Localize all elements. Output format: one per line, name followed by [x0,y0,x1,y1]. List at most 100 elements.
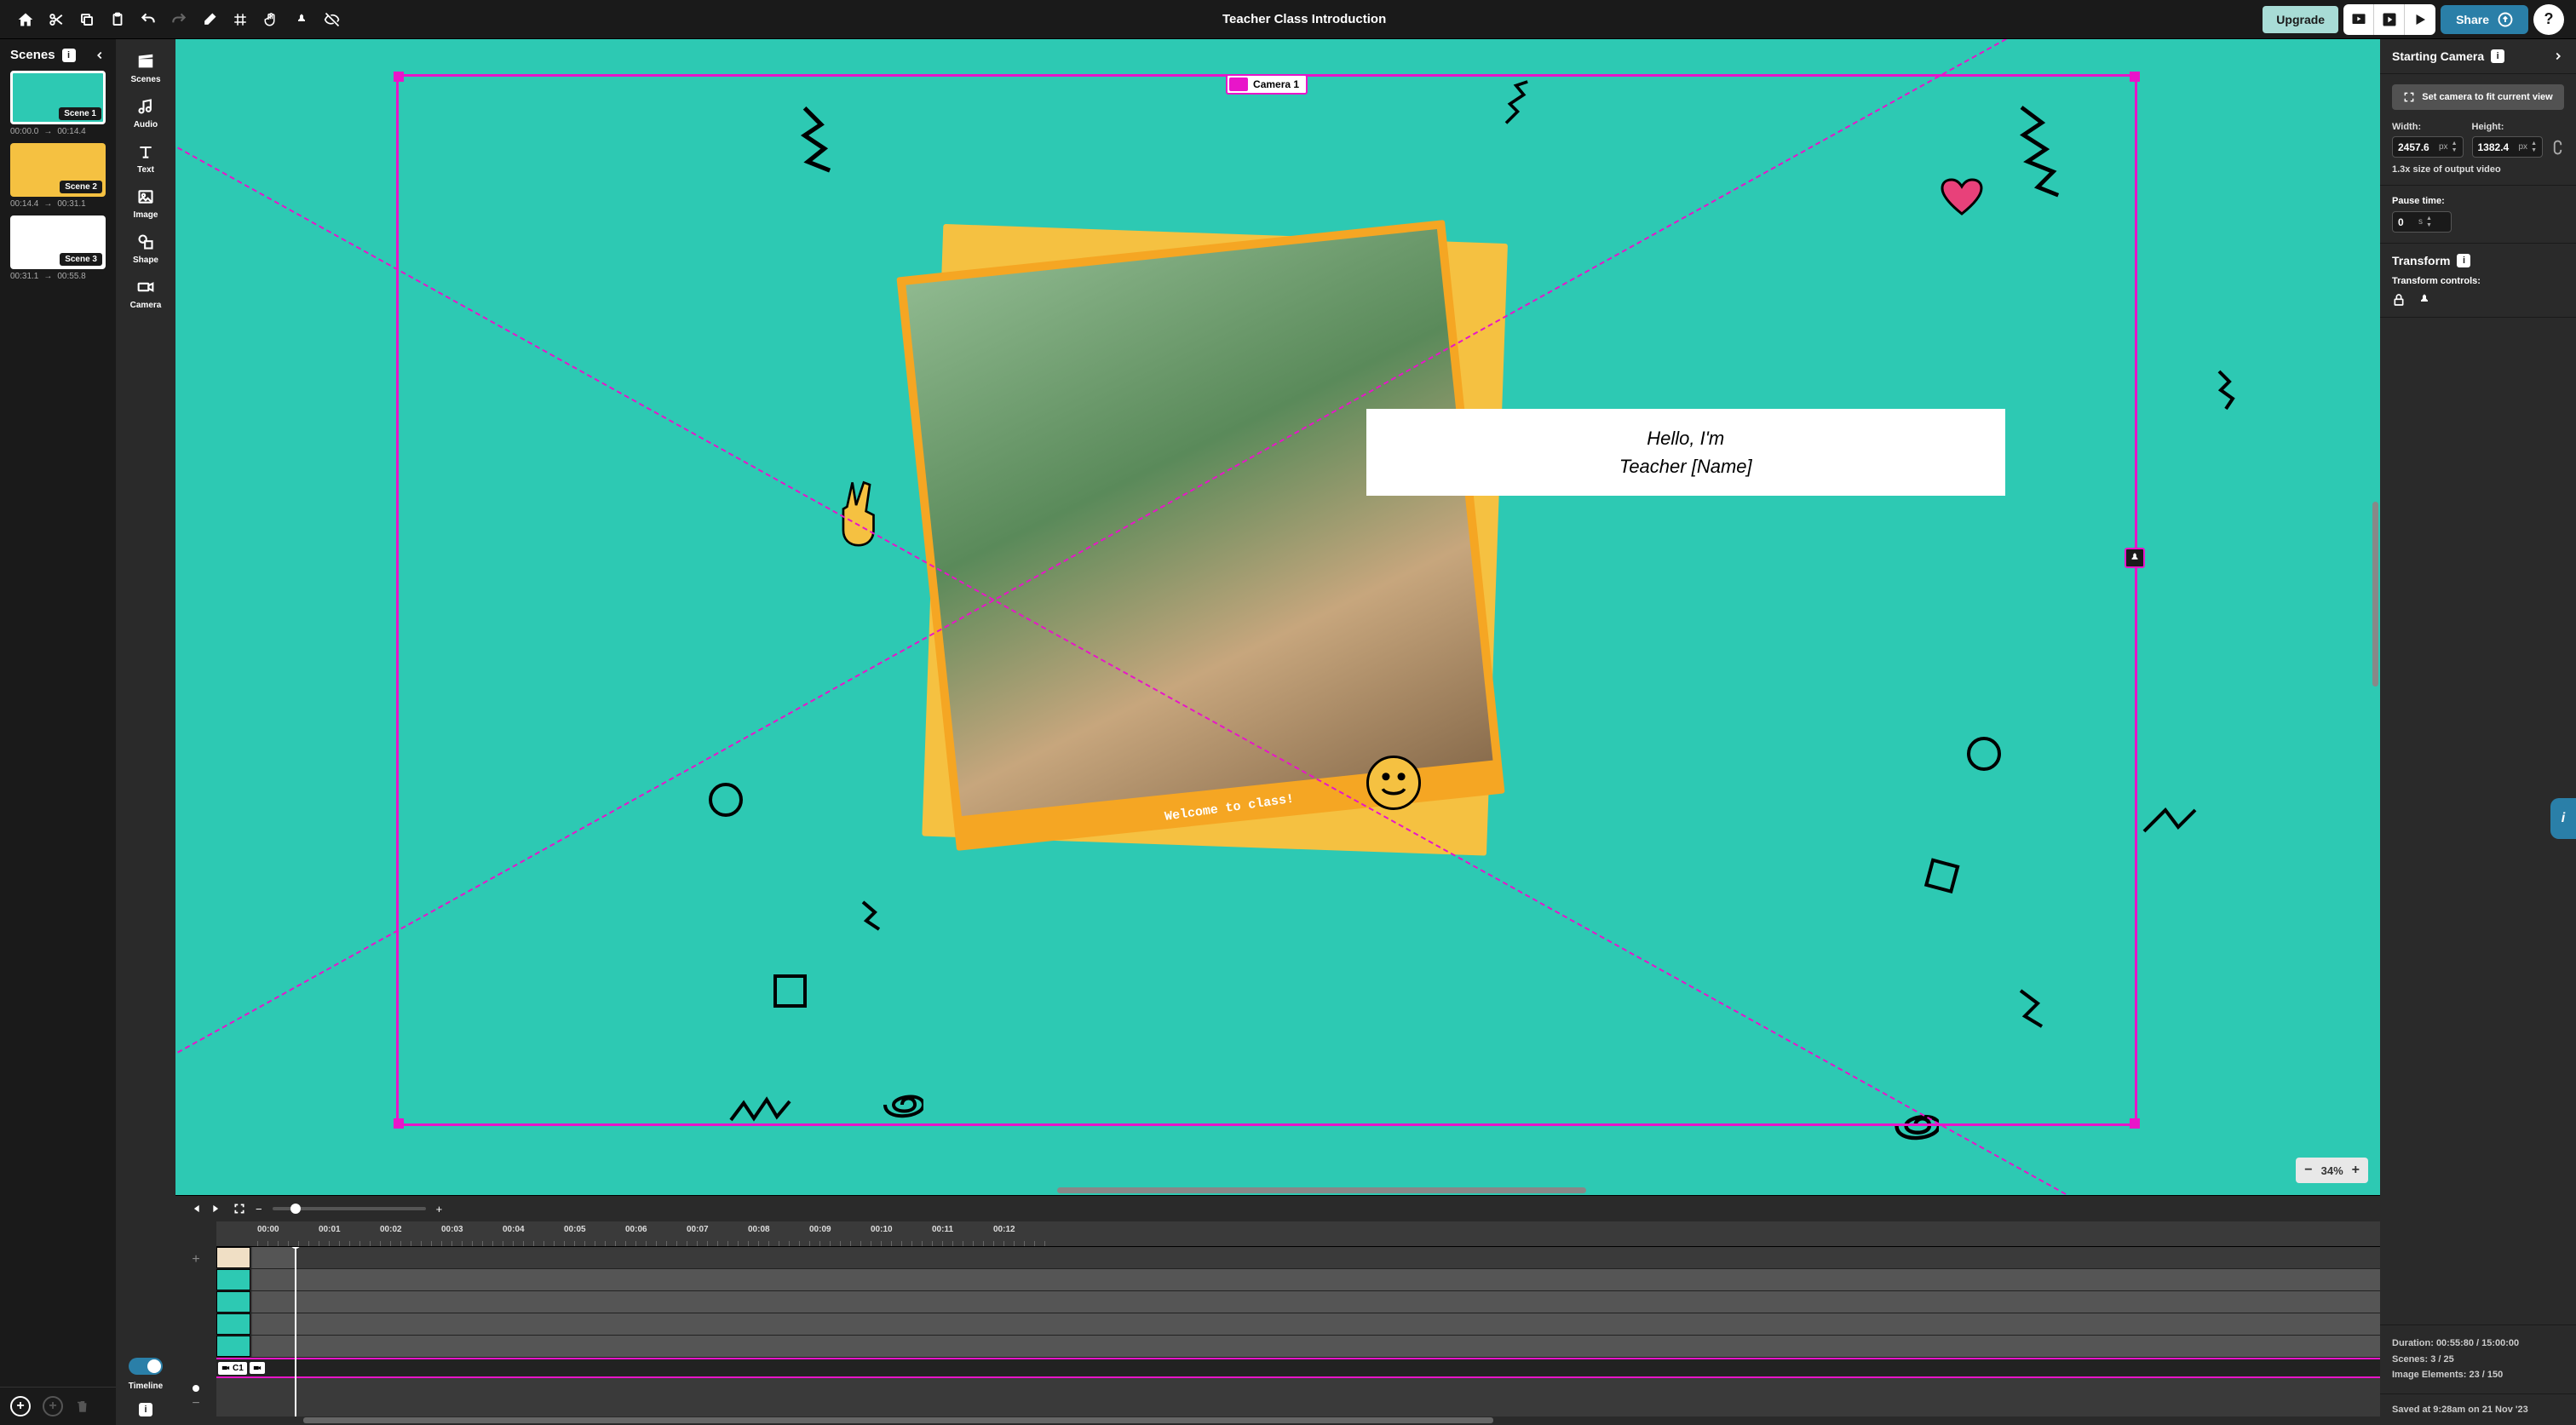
rail-audio-button[interactable]: Audio [134,96,158,129]
timeline-tracks[interactable]: C1 [216,1247,2380,1416]
resize-handle[interactable] [394,1118,404,1129]
keyframe-icon[interactable] [192,1384,200,1393]
rail-text-button[interactable]: Text [135,141,156,175]
scene-thumbnail[interactable]: Scene 2 00:14.4→00:31.1 [10,143,106,209]
rail-timeline-toggle[interactable]: Timeline [129,1358,163,1391]
grid-icon[interactable] [227,6,254,33]
hand-icon[interactable] [257,6,285,33]
step-up-icon[interactable]: ▲ [2426,215,2432,221]
skip-forward-icon[interactable] [211,1203,223,1215]
timeline-track[interactable] [216,1313,2380,1336]
fit-camera-button[interactable]: Set camera to fit current view [2392,84,2564,110]
toggle-switch-icon[interactable] [129,1358,163,1375]
transform-header: Transform [2392,254,2450,267]
size-hint: 1.3x size of output video [2392,164,2564,175]
zoom-in-button[interactable]: + [2352,1163,2360,1178]
canvas-scene[interactable]: Welcome to class! Hello, I'm Teacher [Na… [175,39,2380,1195]
playhead[interactable] [295,1247,296,1416]
collapse-panel-icon[interactable] [94,49,106,61]
timeline-track[interactable] [216,1336,2380,1358]
preview-button-group [2343,4,2435,35]
copy-icon[interactable] [73,6,101,33]
info-icon[interactable]: i [2457,254,2470,267]
timeline-track[interactable] [216,1269,2380,1291]
resize-handle[interactable] [2130,72,2140,82]
zoom-out-button[interactable]: − [2304,1163,2312,1178]
eraser-icon[interactable] [196,6,223,33]
add-scene-button[interactable]: + [10,1396,31,1416]
share-button[interactable]: Share [2441,5,2528,34]
paste-icon[interactable] [104,6,131,33]
step-up-icon[interactable]: ▲ [2452,141,2458,147]
scene-thumbnail[interactable]: Scene 1 00:00.0→00:14.4 [10,71,106,136]
chevron-right-icon[interactable] [2552,50,2564,62]
rail-scenes-button[interactable]: Scenes [130,51,160,84]
delete-scene-icon[interactable] [75,1399,90,1414]
rail-image-button[interactable]: Image [134,187,158,220]
canvas-h-scrollbar[interactable] [1057,1187,1586,1193]
timeline-zoom-in[interactable]: + [436,1203,443,1215]
camera-block[interactable] [250,1362,265,1374]
fullscreen-icon[interactable] [233,1203,245,1215]
canvas-v-scrollbar[interactable] [2372,502,2378,687]
add-track-button[interactable]: + [192,1252,199,1267]
pin-icon[interactable] [288,6,315,33]
undo-icon[interactable] [135,6,162,33]
width-input[interactable]: px ▲▼ [2392,136,2464,158]
rail-shape-button[interactable]: Shape [133,232,158,265]
fit-icon [2403,91,2415,103]
help-icon[interactable]: ? [2533,4,2564,35]
clapper-icon [135,51,156,72]
info-icon[interactable]: i [62,49,76,62]
share-button-label: Share [2456,13,2489,26]
shape-icon [135,232,156,252]
camera-block[interactable]: C1 [218,1362,247,1375]
info-icon[interactable]: i [2491,49,2504,63]
step-down-icon[interactable]: ▼ [2531,147,2537,153]
info-icon[interactable]: i [139,1403,152,1416]
zoom-control: − 34% + [2296,1158,2368,1183]
step-up-icon[interactable]: ▲ [2531,141,2537,147]
step-down-icon[interactable]: ▼ [2452,147,2458,153]
play-icon[interactable] [2405,4,2435,35]
timeline-track[interactable] [216,1291,2380,1313]
link-dimensions-icon[interactable] [2551,137,2564,158]
camera-track[interactable]: C1 [216,1358,2380,1378]
visibility-icon[interactable] [319,6,346,33]
upgrade-button[interactable]: Upgrade [2263,6,2338,33]
timeline-h-scrollbar[interactable] [216,1416,2380,1425]
preview-play-icon[interactable] [2374,4,2405,35]
lock-icon[interactable] [2392,293,2406,307]
resize-handle[interactable] [394,72,404,82]
home-icon[interactable] [12,6,39,33]
add-scene-alt-button[interactable]: + [43,1396,63,1416]
camera-frame[interactable]: Camera 1 [396,74,2138,1126]
status-info: Duration: 00:55:80 / 15:00:00 Scenes: 3 … [2380,1324,2576,1394]
starting-camera-header: Starting Camera [2392,49,2484,63]
timeline-ruler[interactable]: 00:0000:0100:0200:0300:0400:0500:0600:07… [216,1221,2380,1247]
cut-icon[interactable] [43,6,70,33]
camera-label[interactable]: Camera 1 [1226,74,1308,95]
timeline-zoom-out[interactable]: − [256,1203,262,1215]
step-down-icon[interactable]: ▼ [2426,222,2432,228]
scene-thumbnail[interactable]: Scene 3 00:31.1→00:55.8 [10,215,106,281]
resize-handle[interactable] [2130,1118,2140,1129]
info-tab-button[interactable]: i [2550,798,2576,839]
camera-pin-icon[interactable] [2125,548,2145,568]
height-input[interactable]: px ▲▼ [2472,136,2544,158]
project-title[interactable]: Teacher Class Introduction [351,12,2257,26]
remove-track-button[interactable]: − [192,1396,199,1411]
pin-icon[interactable] [2418,293,2431,307]
canvas-viewport[interactable]: Welcome to class! Hello, I'm Teacher [Na… [175,39,2380,1195]
redo-icon[interactable] [165,6,193,33]
camera-icon [135,277,156,297]
scenes-panel-title: Scenes [10,48,55,62]
audio-icon [135,96,156,117]
timeline-zoom-slider[interactable] [273,1207,426,1210]
preview-scene-icon[interactable] [2343,4,2374,35]
properties-panel: Starting Camera i Set camera to fit curr… [2380,39,2576,1425]
pause-input[interactable]: s ▲▼ [2392,211,2452,233]
skip-back-icon[interactable] [189,1203,201,1215]
timeline-track[interactable] [216,1247,2380,1269]
rail-camera-button[interactable]: Camera [130,277,162,310]
